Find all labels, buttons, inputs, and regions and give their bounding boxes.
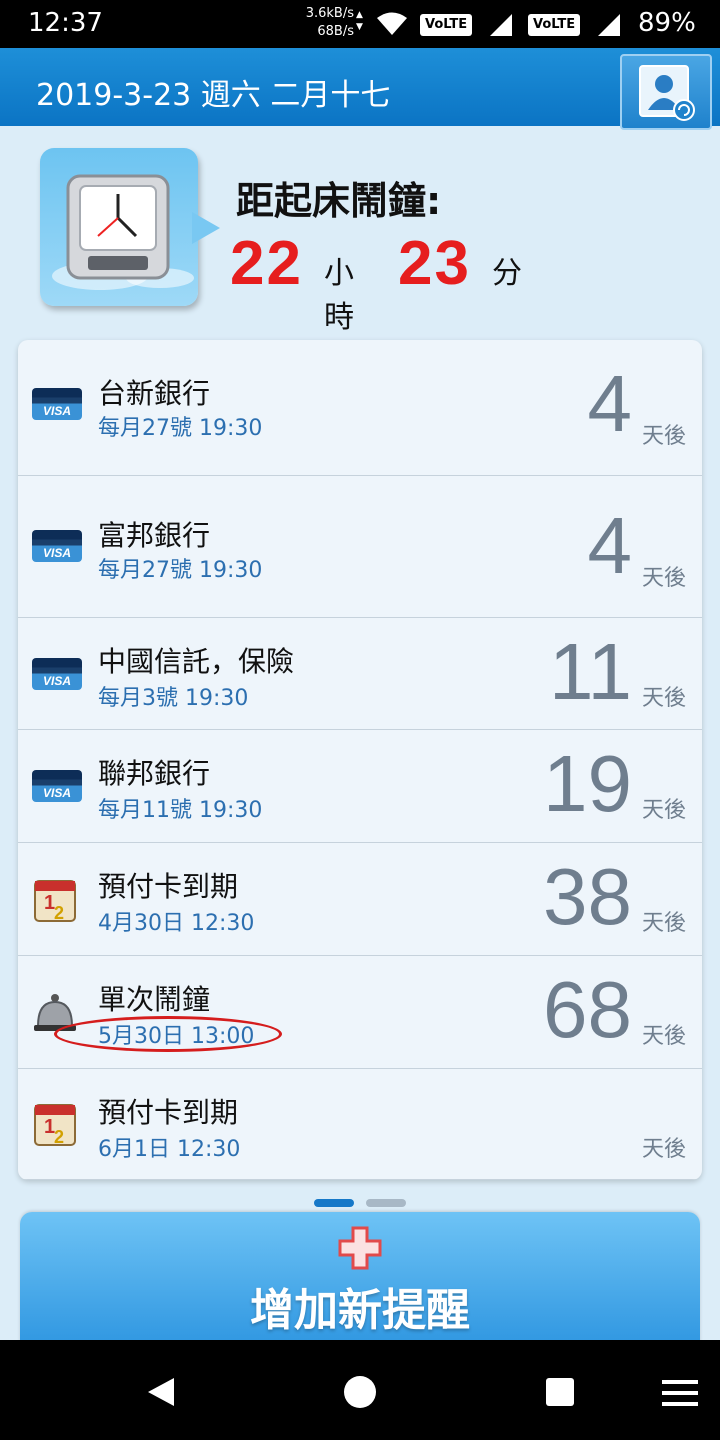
reminder-schedule: 每月27號 19:30: [98, 416, 263, 441]
reminder-row[interactable]: VISA 中國信託，保險 每月3號 19:30 11 天後: [18, 618, 702, 730]
reminder-days-unit: 天後: [641, 566, 686, 591]
visa-card-badge: VISA: [32, 658, 82, 690]
reminder-schedule: 4月30日 12:30: [98, 911, 255, 936]
volte-badge: VoLTE: [528, 14, 581, 36]
signal-icon: [598, 14, 620, 36]
reminder-row[interactable]: 單次鬧鐘 5月30日 13:00 68 天後: [18, 956, 702, 1069]
reminder-row[interactable]: 1 2 預付卡到期 4月30日 12:30 38 天後: [18, 843, 702, 956]
data-arrows-icon: ▲ ▼: [356, 10, 363, 32]
page-indicator[interactable]: [366, 1199, 406, 1207]
calendar-icon: 1 2: [34, 1104, 76, 1147]
page-indicator-active[interactable]: [314, 1199, 354, 1207]
back-icon[interactable]: [146, 1376, 176, 1408]
home-icon[interactable]: [344, 1376, 376, 1408]
reminder-schedule: 每月27號 19:30: [98, 558, 263, 583]
system-nav-bar: [0, 1340, 720, 1440]
reminder-days-unit: 天後: [641, 1024, 686, 1049]
reminder-days: 38: [543, 852, 632, 941]
credit-card-icon: VISA: [32, 658, 84, 694]
svg-text:2: 2: [54, 903, 64, 923]
battery-level: 89%: [638, 8, 696, 38]
countdown-minutes-unit: 分: [492, 256, 522, 291]
alarm-clock-tile[interactable]: [40, 148, 198, 306]
countdown-hours-unit: 小時: [324, 256, 354, 335]
speech-tail: [192, 212, 220, 244]
credit-card-icon: VISA: [32, 388, 84, 424]
menu-icon[interactable]: [662, 1380, 698, 1406]
alarm-clock-icon: [52, 174, 194, 290]
reminder-name: 預付卡到期: [98, 1096, 239, 1129]
network-speed: 3.6kB/s 68B/s: [296, 5, 354, 41]
svg-text:2: 2: [54, 1127, 64, 1147]
visa-card-badge: VISA: [32, 388, 82, 420]
reminder-days-unit: 天後: [641, 686, 686, 711]
reminder-days-unit: 天後: [641, 1137, 686, 1162]
volte-badge: VoLTE: [420, 14, 473, 36]
add-reminder-button[interactable]: 增加新提醒: [20, 1212, 700, 1352]
contact-sync-icon: [639, 65, 695, 121]
reminder-days: 68: [543, 965, 632, 1054]
reminder-name: 中國信託，保險: [98, 645, 295, 678]
calendar-icon: 1 2: [34, 880, 76, 923]
net-down-speed: 68B/s: [317, 24, 354, 39]
reminder-days: 19: [543, 739, 632, 828]
reminder-schedule: 每月11號 19:30: [98, 798, 263, 823]
countdown-hours: 22: [230, 229, 303, 298]
wifi-icon: [377, 12, 407, 35]
status-bar: 12:37 3.6kB/s 68B/s ▲ ▼ VoLTE VoLTE 89%: [0, 0, 720, 48]
alarm-title: 距起床鬧鐘:: [236, 179, 442, 223]
reminder-schedule: 6月1日 12:30: [98, 1137, 241, 1162]
signal-icon: [490, 14, 512, 36]
reminder-name: 聯邦銀行: [98, 757, 211, 790]
add-reminder-label: 增加新提醒: [250, 1285, 470, 1336]
reminder-days: 11: [548, 627, 632, 716]
reminder-schedule: 每月3號 19:30: [98, 686, 249, 711]
reminder-name: 台新銀行: [98, 377, 211, 410]
reminder-days-unit: 天後: [641, 424, 686, 449]
reminder-days-unit: 天後: [641, 798, 686, 823]
status-time: 12:37: [28, 8, 103, 38]
reminder-name: 單次鬧鐘: [98, 983, 211, 1016]
reminder-list: VISA 台新銀行 每月27號 19:30 4 天後 VISA 富邦銀行 每月2…: [18, 340, 702, 1180]
reminder-days-unit: 天後: [641, 911, 686, 936]
reminder-name: 富邦銀行: [98, 519, 211, 552]
credit-card-icon: VISA: [32, 770, 84, 806]
header-date: 2019-3-23 週六 二月十七: [36, 78, 391, 113]
plus-icon: [338, 1226, 382, 1270]
app-header: 2019-3-23 週六 二月十七: [0, 48, 720, 130]
reminder-row[interactable]: VISA 富邦銀行 每月27號 19:30 4 天後: [18, 476, 702, 618]
reminder-days: 4: [587, 501, 633, 590]
reminder-row[interactable]: VISA 聯邦銀行 每月11號 19:30 19 天後: [18, 730, 702, 843]
reminder-row[interactable]: 1 2 預付卡到期 6月1日 12:30 天後: [18, 1069, 702, 1180]
recents-icon[interactable]: [546, 1378, 574, 1406]
reminder-name: 預付卡到期: [98, 870, 239, 903]
reminder-row[interactable]: VISA 台新銀行 每月27號 19:30 4 天後: [18, 340, 702, 476]
visa-card-badge: VISA: [32, 530, 82, 562]
annotation-circle: [54, 1016, 282, 1052]
reminder-days: 4: [587, 359, 633, 448]
contact-sync-button[interactable]: [620, 54, 712, 130]
net-up-speed: 3.6kB/s: [305, 6, 354, 21]
credit-card-icon: VISA: [32, 530, 84, 566]
visa-card-badge: VISA: [32, 770, 82, 802]
countdown-minutes: 23: [398, 229, 471, 298]
